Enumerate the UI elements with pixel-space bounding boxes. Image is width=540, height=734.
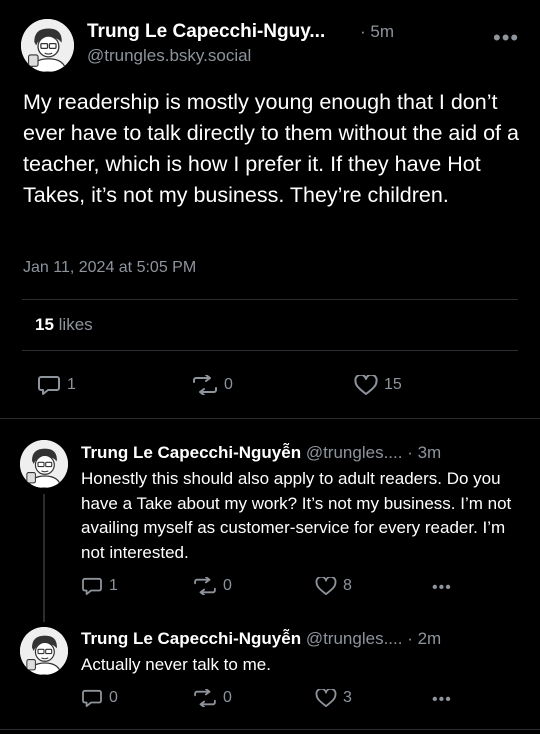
repost-count: 0 <box>223 689 232 706</box>
reply-button[interactable]: 0 <box>81 689 118 707</box>
more-options-icon[interactable]: ••• <box>432 692 452 708</box>
divider <box>0 418 540 419</box>
like-button[interactable]: 8 <box>315 577 352 595</box>
reply-icon <box>82 689 102 707</box>
reply-text: Honestly this should also apply to adult… <box>81 469 512 562</box>
like-icon <box>315 577 337 595</box>
likes-label: likes <box>58 315 93 334</box>
reply-count: 0 <box>109 689 118 706</box>
more-options-icon[interactable]: ••• <box>493 27 519 49</box>
divider <box>0 729 540 730</box>
post-text: My readership is mostly young enough tha… <box>23 90 519 207</box>
divider <box>22 299 518 300</box>
like-count: 8 <box>343 577 352 594</box>
like-icon <box>315 689 337 707</box>
repost-icon <box>194 577 216 595</box>
avatar-illustration <box>20 627 68 675</box>
like-icon <box>354 375 378 395</box>
likes-summary[interactable]: 15 likes <box>35 315 93 335</box>
reply-header: Trung Le Capecchi-Nguyễn @trungles.... ·… <box>81 443 441 463</box>
post-timestamp: Jan 11, 2024 at 5:05 PM <box>23 259 197 276</box>
reply-count: 1 <box>67 376 76 393</box>
reply-age: · 3m <box>407 443 442 462</box>
like-button[interactable]: 15 <box>354 375 402 395</box>
reply-author-handle[interactable]: @trungles.... <box>306 629 403 648</box>
reply-author-handle[interactable]: @trungles.... <box>306 443 403 462</box>
reply-author-name[interactable]: Trung Le Capecchi-Nguyễn <box>81 629 301 648</box>
post-age: · 5m <box>360 22 394 41</box>
more-options-icon[interactable]: ••• <box>432 580 452 596</box>
reply-icon <box>38 376 60 395</box>
repost-count: 0 <box>223 577 232 594</box>
reply-avatar[interactable] <box>20 627 68 675</box>
author-handle[interactable]: @trungles.bsky.social <box>87 46 251 66</box>
thread-line <box>43 494 45 622</box>
reply-avatar[interactable] <box>20 440 68 488</box>
divider <box>22 350 518 351</box>
reply-author-name[interactable]: Trung Le Capecchi-Nguyễn <box>81 443 301 462</box>
reply-icon <box>82 577 102 595</box>
repost-icon <box>193 375 217 395</box>
repost-icon <box>194 689 216 707</box>
repost-button[interactable]: 0 <box>193 689 232 707</box>
repost-count: 0 <box>224 376 233 393</box>
likes-count: 15 <box>35 315 54 334</box>
reply-text: Actually never talk to me. <box>81 655 271 674</box>
avatar-illustration <box>21 19 74 72</box>
reply-button[interactable]: 1 <box>37 375 76 395</box>
repost-button[interactable]: 0 <box>192 375 233 395</box>
like-count: 3 <box>343 689 352 706</box>
author-name[interactable]: Trung Le Capecchi-Nguy... <box>87 21 325 43</box>
reply-button[interactable]: 1 <box>81 577 118 595</box>
avatar-illustration <box>20 440 68 488</box>
repost-button[interactable]: 0 <box>193 577 232 595</box>
like-count: 15 <box>384 376 402 393</box>
reply-header: Trung Le Capecchi-Nguyễn @trungles.... ·… <box>81 629 441 649</box>
like-button[interactable]: 3 <box>315 689 352 707</box>
author-avatar[interactable] <box>21 19 74 72</box>
reply-age: · 2m <box>407 629 442 648</box>
reply-count: 1 <box>109 577 118 594</box>
